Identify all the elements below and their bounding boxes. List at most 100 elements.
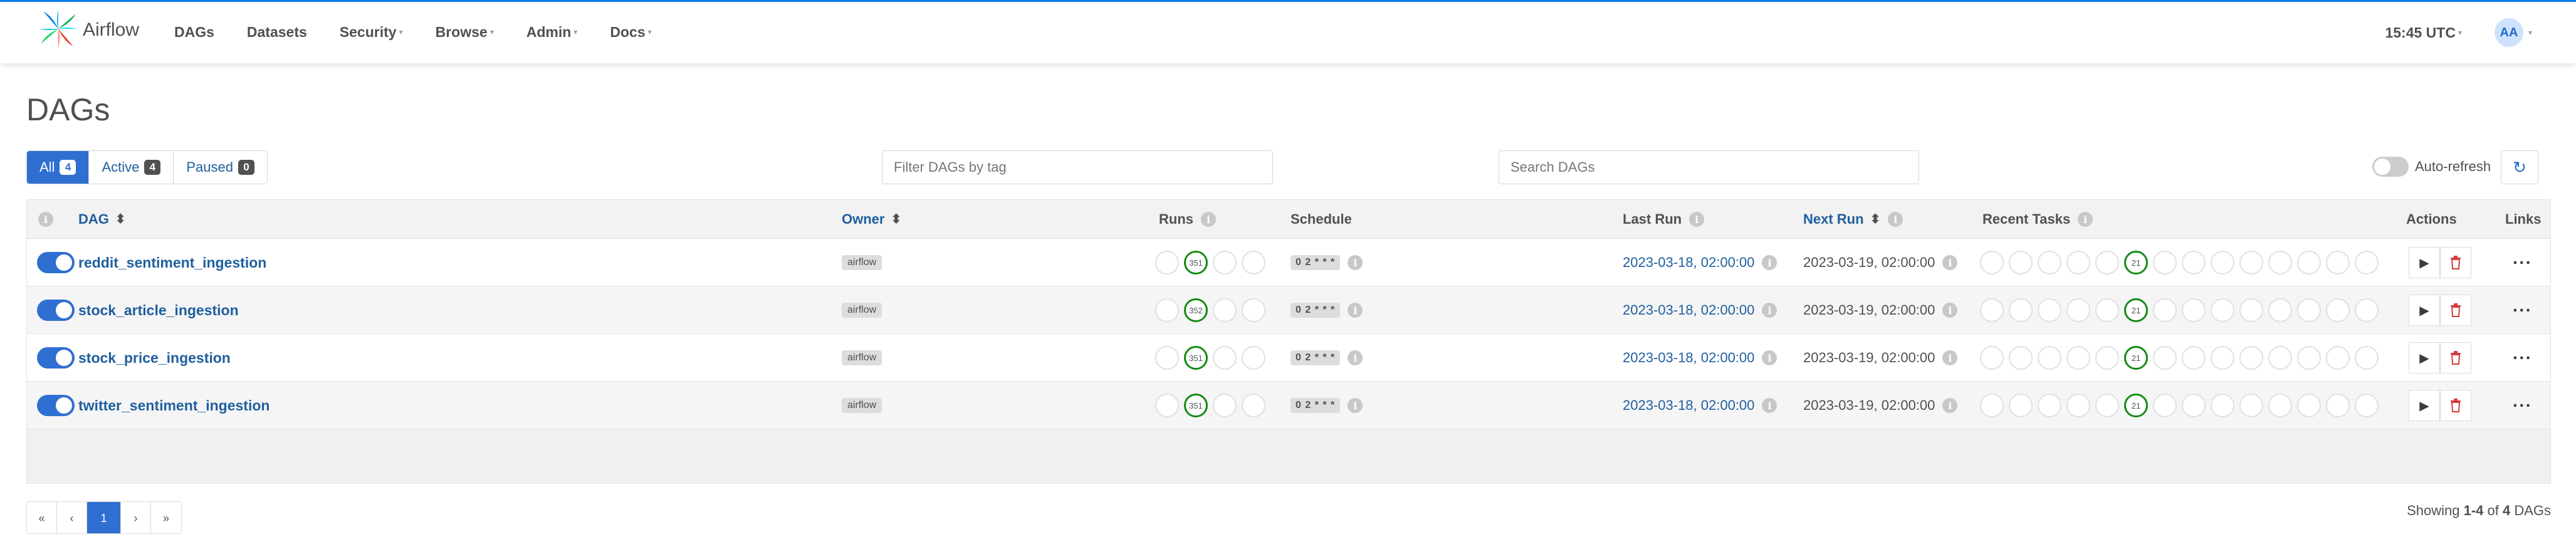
task-status[interactable] — [1980, 298, 2004, 322]
run-status[interactable] — [1155, 251, 1179, 274]
dag-link[interactable]: stock_price_ingestion — [78, 350, 231, 367]
info-icon[interactable]: i — [1888, 212, 1903, 227]
nav-security[interactable]: Security ▾ — [340, 19, 403, 44]
task-status[interactable] — [2009, 298, 2033, 322]
dag-link[interactable]: twitter_sentiment_ingestion — [78, 397, 270, 414]
run-status-success[interactable]: 351 — [1184, 346, 1208, 370]
dag-pause-toggle[interactable] — [37, 395, 75, 416]
more-icon[interactable]: ··· — [2513, 300, 2532, 320]
task-status[interactable] — [2297, 346, 2321, 370]
task-status-success[interactable]: 21 — [2124, 346, 2148, 370]
trigger-dag-button[interactable]: ▶ — [2409, 295, 2440, 326]
header-owner[interactable]: Owner ⬍ — [842, 200, 901, 239]
info-icon[interactable]: i — [1689, 212, 1705, 227]
task-status[interactable] — [2066, 394, 2090, 417]
info-icon[interactable]: i — [1348, 255, 1363, 270]
task-status[interactable] — [2211, 346, 2234, 370]
task-status[interactable] — [2066, 346, 2090, 370]
task-status[interactable] — [2153, 346, 2177, 370]
task-status[interactable] — [2009, 346, 2033, 370]
task-status[interactable] — [2355, 346, 2379, 370]
task-status[interactable] — [2239, 251, 2263, 274]
trigger-dag-button[interactable]: ▶ — [2409, 390, 2440, 421]
run-status[interactable] — [1155, 394, 1179, 417]
task-status[interactable] — [2182, 298, 2206, 322]
next-page-button[interactable]: › — [121, 502, 151, 533]
task-status[interactable] — [2268, 298, 2292, 322]
info-icon[interactable]: i — [1942, 398, 1958, 413]
last-run-link[interactable]: 2023-03-18, 02:00:00 — [1623, 254, 1754, 271]
task-status[interactable] — [2182, 346, 2206, 370]
task-status[interactable] — [2038, 298, 2061, 322]
header-next-run[interactable]: Next Run ⬍ i — [1803, 200, 1903, 239]
run-status[interactable] — [1242, 298, 1265, 322]
first-page-button[interactable]: « — [27, 502, 57, 533]
delete-dag-button[interactable] — [2440, 342, 2471, 374]
trigger-dag-button[interactable]: ▶ — [2409, 342, 2440, 374]
more-icon[interactable]: ··· — [2513, 348, 2532, 368]
run-status[interactable] — [1213, 251, 1237, 274]
task-status[interactable] — [2326, 394, 2350, 417]
info-icon[interactable]: i — [38, 212, 53, 227]
info-icon[interactable]: i — [1348, 350, 1363, 365]
run-status-success[interactable]: 352 — [1184, 298, 1208, 322]
status-tab-active[interactable]: Active 4 — [89, 151, 174, 184]
task-status-success[interactable]: 21 — [2124, 298, 2148, 322]
task-status[interactable] — [2268, 394, 2292, 417]
task-status[interactable] — [2182, 251, 2206, 274]
info-icon[interactable]: i — [1348, 303, 1363, 318]
dag-link[interactable]: reddit_sentiment_ingestion — [78, 254, 266, 271]
last-run-link[interactable]: 2023-03-18, 02:00:00 — [1623, 350, 1754, 366]
delete-dag-button[interactable] — [2440, 390, 2471, 421]
task-status[interactable] — [2095, 251, 2119, 274]
dag-pause-toggle[interactable] — [37, 347, 75, 368]
nav-dags[interactable]: DAGs — [174, 19, 214, 44]
task-status[interactable] — [2095, 298, 2119, 322]
info-icon[interactable]: i — [1762, 303, 1778, 318]
task-status[interactable] — [2326, 251, 2350, 274]
schedule-badge[interactable]: 0 2 * * * — [1291, 350, 1341, 365]
header-dag[interactable]: DAG ⬍ — [78, 200, 126, 239]
trigger-dag-button[interactable]: ▶ — [2409, 247, 2440, 278]
info-icon[interactable]: i — [1942, 303, 1958, 318]
task-status[interactable] — [2355, 394, 2379, 417]
info-icon[interactable]: i — [2078, 212, 2093, 227]
prev-page-button[interactable]: ‹ — [57, 502, 87, 533]
task-status[interactable] — [1980, 251, 2004, 274]
run-status[interactable] — [1242, 346, 1265, 370]
run-status[interactable] — [1213, 298, 1237, 322]
task-status[interactable] — [2095, 394, 2119, 417]
task-status[interactable] — [2297, 298, 2321, 322]
task-status[interactable] — [2239, 394, 2263, 417]
run-status-success[interactable]: 351 — [1184, 251, 1208, 274]
info-icon[interactable]: i — [1201, 212, 1216, 227]
task-status[interactable] — [1980, 346, 2004, 370]
status-tab-all[interactable]: All 4 — [27, 151, 90, 184]
task-status[interactable] — [2211, 298, 2234, 322]
info-icon[interactable]: i — [1762, 255, 1778, 270]
auto-refresh-toggle[interactable] — [2372, 157, 2409, 177]
avatar[interactable]: AA — [2494, 18, 2523, 47]
task-status[interactable] — [2153, 394, 2177, 417]
task-status[interactable] — [2239, 298, 2263, 322]
task-status[interactable] — [2268, 251, 2292, 274]
more-icon[interactable]: ··· — [2513, 253, 2532, 273]
refresh-button[interactable]: ↻ — [2501, 150, 2538, 184]
delete-dag-button[interactable] — [2440, 295, 2471, 326]
dag-link[interactable]: stock_article_ingestion — [78, 302, 239, 319]
nav-admin[interactable]: Admin ▾ — [526, 19, 578, 44]
owner-badge[interactable]: airflow — [842, 398, 882, 413]
task-status[interactable] — [2355, 251, 2379, 274]
run-status[interactable] — [1213, 346, 1237, 370]
info-icon[interactable]: i — [1942, 350, 1958, 365]
task-status[interactable] — [2038, 251, 2061, 274]
filter-tags-input[interactable]: Filter DAGs by tag — [882, 150, 1273, 184]
nav-browse[interactable]: Browse ▾ — [436, 19, 494, 44]
run-status[interactable] — [1213, 394, 1237, 417]
delete-dag-button[interactable] — [2440, 247, 2471, 278]
last-run-link[interactable]: 2023-03-18, 02:00:00 — [1623, 397, 1754, 414]
owner-badge[interactable]: airflow — [842, 303, 882, 318]
task-status[interactable] — [2038, 394, 2061, 417]
nav-datasets[interactable]: Datasets — [247, 19, 307, 44]
more-icon[interactable]: ··· — [2513, 395, 2532, 416]
